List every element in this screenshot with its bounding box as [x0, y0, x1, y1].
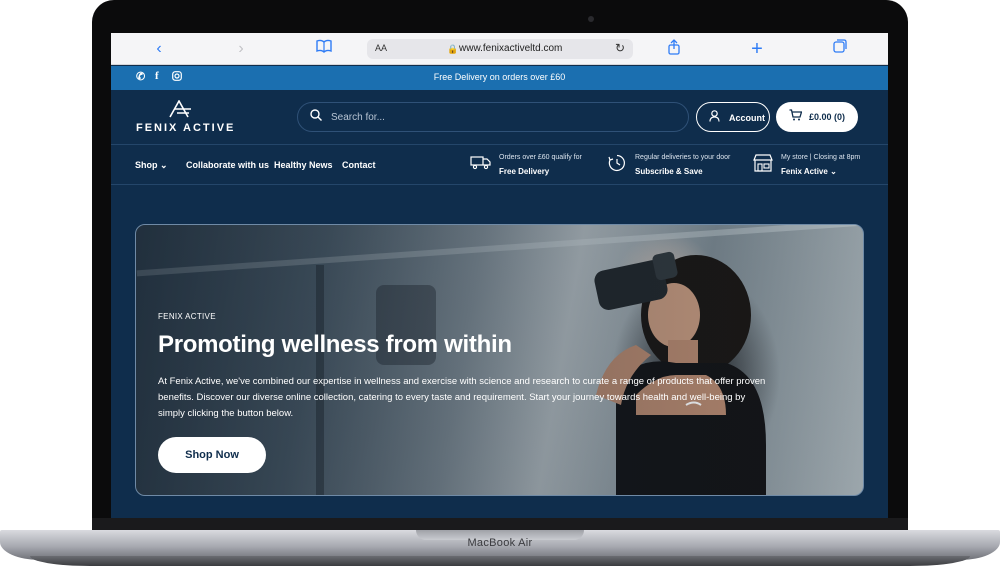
cart-button[interactable]: £0.00 (0): [776, 102, 858, 132]
perk-big-text: Free Delivery: [499, 167, 550, 176]
perk-big-text: Fenix Active ⌄: [781, 167, 837, 176]
share-icon[interactable]: [664, 39, 684, 59]
nav-item-label: Shop: [135, 160, 158, 170]
logo-text[interactable]: FENIX ACTIVE: [136, 122, 235, 134]
url-text: www.fenixactiveltd.com: [459, 43, 563, 54]
nav-item-collaborate[interactable]: Collaborate with us: [186, 160, 269, 170]
perk-small-text: Orders over £60 qualify for: [499, 154, 582, 161]
device-label: MacBook Air: [467, 537, 533, 549]
clock-icon: [605, 154, 629, 177]
perk-big-text: Subscribe & Save: [635, 167, 703, 176]
account-button[interactable]: Account: [696, 102, 770, 132]
logo-mark-icon[interactable]: [167, 100, 193, 118]
search-placeholder: Search for...: [331, 112, 385, 123]
search-icon: [310, 109, 322, 124]
perk-small-text: My store | Closing at 8pm: [781, 154, 861, 161]
bookmarks-icon[interactable]: [314, 39, 334, 59]
back-icon[interactable]: ‹: [149, 39, 169, 59]
hero-title: Promoting wellness from within: [158, 331, 512, 358]
account-label: Account: [729, 113, 765, 123]
perk-small-text: Regular deliveries to your door: [635, 154, 731, 161]
user-icon: [709, 110, 720, 125]
hero-banner: FENIX ACTIVE Promoting wellness from wit…: [135, 224, 864, 496]
chevron-down-icon: ⌄: [830, 167, 837, 176]
truck-icon: [469, 154, 493, 175]
text-size-button[interactable]: AA: [375, 43, 387, 53]
hero-description: At Fenix Active, we've combined our expe…: [158, 376, 766, 419]
reload-icon[interactable]: ↻: [615, 41, 625, 55]
announcement-text: Free Delivery on orders over £60: [433, 72, 566, 82]
store-icon: [751, 154, 775, 177]
search-input[interactable]: Search for...: [297, 102, 689, 132]
shop-now-button[interactable]: Shop Now: [158, 437, 266, 473]
hero-kicker: FENIX ACTIVE: [158, 312, 216, 321]
camera: [588, 16, 594, 22]
store-name: Fenix Active: [781, 167, 828, 176]
cart-icon: [789, 109, 803, 124]
chevron-down-icon: ⌄: [160, 160, 168, 170]
nav-item-contact[interactable]: Contact: [342, 160, 376, 170]
browser-toolbar: ‹ › AA 🔒 www.fenixactiveltd.com ↻ +: [111, 33, 888, 65]
nav-item-healthy-news[interactable]: Healthy News: [274, 160, 333, 170]
tabs-overview-icon[interactable]: [830, 39, 850, 59]
new-tab-icon[interactable]: +: [747, 39, 767, 59]
cart-total: £0.00 (0): [809, 112, 846, 122]
site-header: FENIX ACTIVE Search for... Account £0.00…: [111, 90, 888, 145]
lock-icon: 🔒: [447, 44, 459, 54]
announcement-bar: ✆ f Free Delivery on orders over £60: [111, 66, 888, 90]
forward-icon[interactable]: ›: [231, 39, 251, 59]
screen: ‹ › AA 🔒 www.fenixactiveltd.com ↻ + ✆ f …: [111, 33, 888, 518]
nav-item-shop[interactable]: Shop ⌄: [135, 160, 168, 171]
main-nav: Shop ⌄ Collaborate with us Healthy News …: [111, 145, 888, 185]
laptop-base-bottom: [30, 556, 970, 566]
address-bar[interactable]: AA 🔒 www.fenixactiveltd.com ↻: [367, 39, 633, 59]
